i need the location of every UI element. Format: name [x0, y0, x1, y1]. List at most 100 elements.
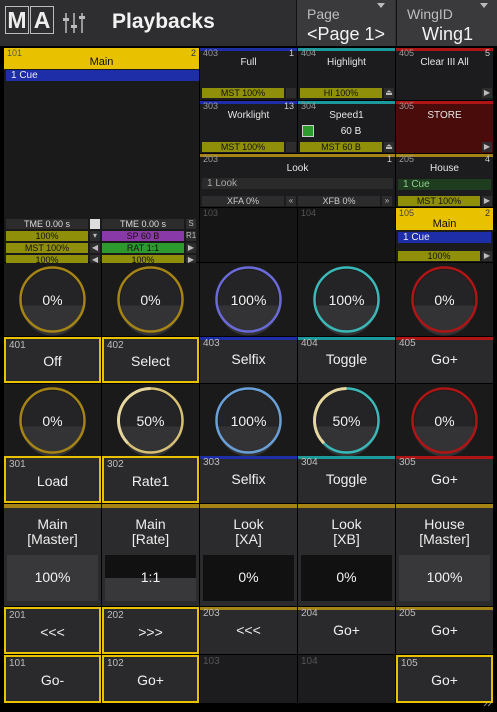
executor-105-main[interactable]: 105 2 Main 1 Cue 100% ▶	[396, 208, 493, 262]
fader-track[interactable]: 100%	[399, 555, 490, 601]
executor-button-label: Go+	[431, 471, 458, 487]
executor-101-main[interactable]: 101 2 Main 1 Cue TME 0.00 s TME 0.00 s S…	[4, 48, 199, 265]
executor-205-house[interactable]: 205 4 House 1 Cue MST 100% ▶	[396, 154, 493, 207]
page-label: Page	[307, 6, 340, 22]
encoder-dial-box[interactable]: 100%	[200, 263, 297, 336]
encoder-dial-box[interactable]: 50%	[102, 384, 199, 457]
fader[interactable]: Look [XB] 0%	[298, 504, 395, 606]
highlight-bar: HI 100%	[300, 88, 382, 98]
executor-403-full[interactable]: 403 1 Full MST 100%	[200, 48, 297, 100]
executor-name: Worklight	[227, 110, 270, 121]
executor-button-404[interactable]: 404 Toggle	[298, 337, 395, 383]
executor-304-speed1[interactable]: 304 Speed1 60 B MST 60 B ⏏	[298, 101, 395, 153]
fader-track[interactable]: 1:1	[105, 555, 196, 601]
fader[interactable]: House [Master] 100%	[396, 504, 493, 606]
cue-row[interactable]: 1 Look	[202, 178, 393, 189]
encoder-value: 50%	[136, 413, 165, 429]
encoder-dial-box[interactable]: 100%	[298, 263, 395, 336]
fader-title: Main	[135, 516, 166, 532]
executor-button-label: Rate1	[131, 473, 170, 489]
cue-row[interactable]: 1 Cue	[6, 70, 199, 81]
executor-button-205[interactable]: 205 Go+	[396, 607, 493, 654]
encoder-dial-box[interactable]: 0%	[396, 263, 493, 336]
executor-203-look[interactable]: 203 1 Look 1 Look XFA 0% « XFB 0% »	[200, 154, 395, 207]
executor-303-worklight[interactable]: 303 13 Worklight MST 100%	[200, 101, 297, 153]
executor-button-102[interactable]: 102 Go+	[102, 655, 199, 703]
master-bar: MST 100%	[202, 142, 284, 152]
cue-row[interactable]: 1 Cue	[398, 232, 491, 243]
executor-button-303[interactable]: 303 Selfix	[200, 456, 297, 503]
executor-305-store[interactable]: 305 STORE ▶	[396, 101, 493, 153]
fader-color-strip	[4, 504, 101, 508]
fader-value: 0%	[238, 569, 259, 585]
flash-icon[interactable]	[286, 142, 296, 152]
dropdown-arrow-icon	[377, 3, 385, 8]
executor-103-empty[interactable]: 103	[200, 208, 297, 262]
flash-icon[interactable]	[286, 88, 296, 98]
fast-forward-icon[interactable]: »	[382, 196, 392, 206]
crossfade-b-bar: XFB 0%	[298, 196, 380, 206]
executor-button-403[interactable]: 403 Selfix	[200, 337, 297, 383]
executor-button-105[interactable]: 105 Go+	[396, 655, 493, 703]
play-icon[interactable]: ▶	[482, 251, 492, 261]
executor-button-401[interactable]: 401 Off	[4, 337, 101, 383]
fader-track[interactable]: 100%	[7, 555, 98, 601]
executor-button-302[interactable]: 302 Rate1	[102, 456, 199, 503]
rewind-icon[interactable]: «	[286, 196, 296, 206]
page-selector[interactable]: Page <Page 1>	[296, 0, 395, 46]
rate-icon[interactable]: ▶	[186, 243, 196, 253]
fader-color-strip	[200, 504, 297, 508]
executor-button-201[interactable]: 201 <<<	[4, 607, 101, 654]
master-bar: 100%	[398, 251, 480, 261]
fader[interactable]: Main [Master] 100%	[4, 504, 101, 606]
encoder-dial-box[interactable]: 0%	[396, 384, 493, 457]
executor-button-304[interactable]: 304 Toggle	[298, 456, 395, 503]
executor-405-clear[interactable]: 405 5 Clear III All ▶	[396, 48, 493, 100]
skip-back-icon[interactable]: ◀	[90, 243, 100, 253]
eject-icon[interactable]: ⏏	[384, 142, 394, 152]
play-icon[interactable]: ▶	[482, 196, 492, 206]
encoder-dial-box[interactable]: 100%	[200, 384, 297, 457]
fader-track[interactable]: 0%	[203, 555, 294, 601]
executor-button-204[interactable]: 204 Go+	[298, 607, 395, 654]
wing-selector[interactable]: WingID Wing1	[396, 0, 497, 46]
play-icon[interactable]: ▶	[482, 142, 492, 152]
executor-button-301[interactable]: 301 Load	[4, 456, 101, 503]
executor-button-405[interactable]: 405 Go+	[396, 337, 493, 383]
executor-button-104[interactable]: 104	[298, 655, 395, 703]
cue-row[interactable]: 1 Cue	[398, 179, 491, 190]
encoder-dial-box[interactable]: 0%	[102, 263, 199, 336]
encoder-value: 0%	[434, 413, 455, 429]
eject-icon[interactable]: ⏏	[384, 88, 394, 98]
encoder-dial-box[interactable]: 0%	[4, 384, 101, 457]
executor-button-203[interactable]: 203 <<<	[200, 607, 297, 654]
fader-title: Main	[37, 516, 68, 532]
executor-button-label: Load	[36, 473, 69, 489]
speed-icon[interactable]: S	[186, 219, 196, 229]
fader-subtitle: [Rate]	[131, 531, 170, 547]
time-left: TME 0.00 s	[6, 219, 88, 229]
executor-button-402[interactable]: 402 Select	[102, 337, 199, 383]
fader-track[interactable]: 0%	[301, 555, 392, 601]
executor-button-103[interactable]: 103	[200, 655, 297, 703]
wing-label: WingID	[407, 6, 453, 22]
encoder-value: 0%	[434, 292, 455, 308]
executor-button-101[interactable]: 101 Go-	[4, 655, 101, 703]
fader[interactable]: Main [Rate] 1:1	[102, 504, 199, 606]
executor-104-empty[interactable]: 104	[298, 208, 395, 262]
master-bar: MST 100%	[202, 88, 284, 98]
download-icon[interactable]: ▾	[90, 231, 100, 241]
executor-button-202[interactable]: 202 >>>	[102, 607, 199, 654]
play-icon[interactable]: ▶	[482, 88, 492, 98]
executor-404-highlight[interactable]: 404 Highlight HI 100% ⏏	[298, 48, 395, 100]
encoder-dial-box[interactable]: 50%	[298, 384, 395, 457]
fader[interactable]: Look [XA] 0%	[200, 504, 297, 606]
encoder-dial-box[interactable]: 0%	[4, 263, 101, 336]
stop-icon[interactable]	[90, 219, 100, 229]
executor-button-label: Selfix	[231, 351, 266, 367]
settings-sliders-icon[interactable]	[62, 12, 86, 34]
executor-button-305[interactable]: 305 Go+	[396, 456, 493, 503]
time-right: TME 0.00 s	[102, 219, 184, 229]
executor-number: 402	[107, 340, 124, 351]
encoder-value: 100%	[230, 292, 267, 308]
